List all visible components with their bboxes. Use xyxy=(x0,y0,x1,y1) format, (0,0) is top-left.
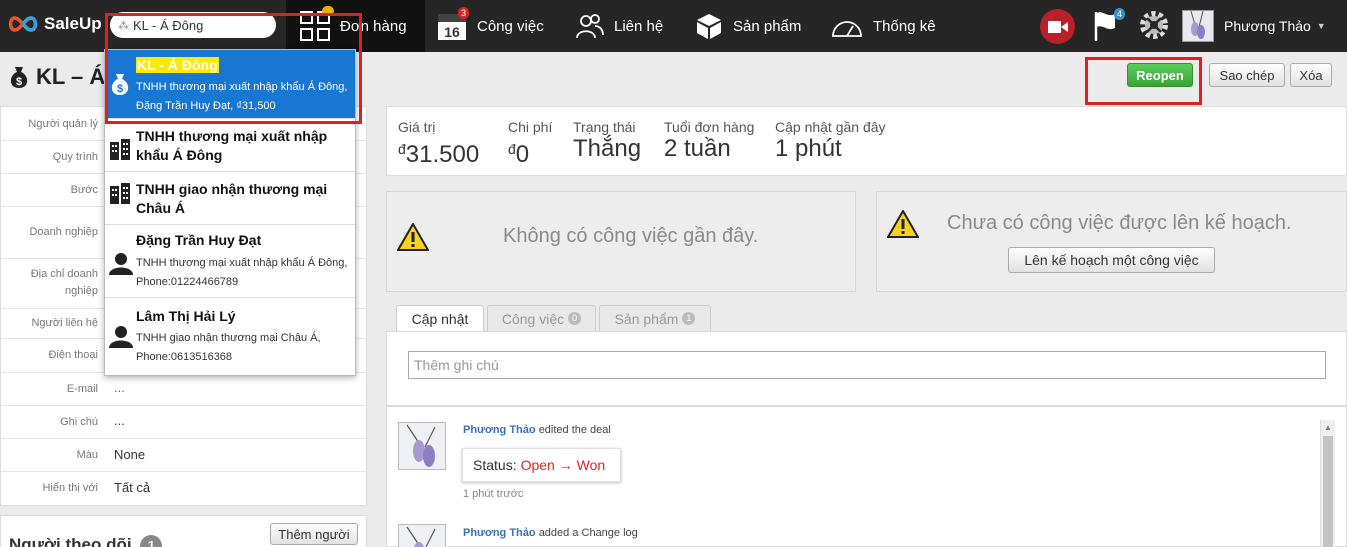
contacts-icon xyxy=(576,12,604,40)
search-value: KL - Á Đông xyxy=(133,17,204,33)
search-results-dropdown: $ KL - Á Đông TNHH thương mại xuất nhập … xyxy=(104,49,356,376)
scroll-up-icon[interactable]: ▲ xyxy=(1324,423,1332,432)
user-name: Phương Thảo xyxy=(1224,18,1311,34)
nav-label: Công việc xyxy=(477,17,544,35)
svg-text:$: $ xyxy=(16,76,22,88)
settings-button[interactable] xyxy=(1138,9,1170,46)
flower-avatar-icon xyxy=(406,526,436,547)
caret-down-icon: ▼ xyxy=(1316,21,1326,31)
tab-updates[interactable]: Cập nhật xyxy=(396,305,484,332)
recent-tasks-box: Không có công việc gần đây. xyxy=(386,191,856,292)
video-camera-icon xyxy=(1047,20,1068,33)
money-bag-icon: $ xyxy=(111,74,129,95)
loading-spinner-icon: ⁂ xyxy=(118,19,129,32)
nav-badge: 3 xyxy=(457,7,469,19)
svg-text:$: $ xyxy=(117,83,123,95)
activity-feed: Phương Thảo edited the deal Status: Open… xyxy=(386,406,1347,547)
building-icon xyxy=(110,139,130,160)
stat-age: Tuổi đơn hàng 2 tuần xyxy=(664,119,755,162)
nav-don-hang[interactable]: Đơn hàng xyxy=(286,0,425,52)
feed-timestamp: 1 phút trước xyxy=(463,488,524,500)
stat-value: Giá trị đ31.500 xyxy=(398,119,480,168)
flower-avatar-icon xyxy=(1190,11,1205,39)
gauge-icon xyxy=(831,14,863,38)
nav-label: Liên hệ xyxy=(614,17,664,35)
tab-count: 0 xyxy=(568,312,582,325)
search-result-contact[interactable]: Đặng Trần Huy Đạt TNHH thương mại xuất n… xyxy=(105,225,355,298)
calendar-icon: 16 3 xyxy=(437,7,469,41)
feed-scrollbar[interactable]: ▲ xyxy=(1320,420,1335,547)
copy-button[interactable]: Sao chép xyxy=(1209,63,1285,87)
nav-cong-viec[interactable]: 16 3 Công việc xyxy=(437,0,544,52)
user-menu[interactable]: Phương Thảo ▼ xyxy=(1182,10,1326,42)
box-icon xyxy=(695,12,723,40)
nav-label: Thống kê xyxy=(873,17,936,35)
followers-count: 1 xyxy=(140,535,163,547)
warning-icon xyxy=(887,210,919,238)
avatar xyxy=(398,422,446,470)
field-row: Ghi chú ... xyxy=(1,406,368,439)
search-input[interactable]: ⁂ KL - Á Đông xyxy=(110,12,276,38)
top-navbar: SaleUp ⁂ KL - Á Đông Đơn hàng 16 3 Công … xyxy=(0,0,1347,52)
status-change-card: Status: Open → Won xyxy=(462,448,621,482)
planned-tasks-box: Chưa có công việc được lên kế hoạch. Lên… xyxy=(876,191,1347,292)
grid-icon xyxy=(300,6,334,41)
tab-products[interactable]: Sản phẩm 1 xyxy=(599,305,711,331)
stat-status: Trạng thái Thắng xyxy=(573,119,642,162)
warning-icon xyxy=(397,223,429,251)
add-follower-button[interactable]: Thêm người xyxy=(270,523,358,545)
money-bag-icon: $ xyxy=(10,67,28,88)
app-logo[interactable]: SaleUp xyxy=(6,14,102,34)
avatar xyxy=(398,524,446,547)
nav-badge xyxy=(322,6,334,16)
field-row: Hiển thị với Tất cả xyxy=(42,480,151,495)
stat-cost: Chi phí đ0 xyxy=(508,119,553,168)
nav-lien-he[interactable]: Liên hệ xyxy=(576,0,663,52)
nav-label: Sản phẩm xyxy=(733,17,802,35)
field-row: E-mail ... xyxy=(1,373,368,406)
recent-tasks-empty: Không có công việc gần đây. xyxy=(503,225,759,247)
stat-updated: Cập nhật gần đây 1 phút xyxy=(775,119,886,162)
flower-avatar-icon xyxy=(406,424,436,467)
avatar xyxy=(1182,10,1214,42)
feed-entry-header: Phương Thảo edited the deal xyxy=(463,424,611,436)
plan-task-button[interactable]: Lên kế hoạch một công việc xyxy=(1008,247,1215,273)
person-icon xyxy=(109,253,133,275)
delete-button[interactable]: Xóa xyxy=(1290,63,1332,87)
infinity-logo-icon xyxy=(8,16,38,32)
planned-tasks-empty: Chưa có công việc được lên kế hoạch. xyxy=(947,212,1292,234)
gear-icon xyxy=(1140,11,1168,39)
reopen-button[interactable]: Reopen xyxy=(1127,63,1193,87)
feed-entry-header: Phương Thảo added a Change log xyxy=(463,527,638,539)
search-result-company[interactable]: TNHH thương mại xuất nhập khẩu Á Đông xyxy=(105,119,355,172)
record-video-button[interactable] xyxy=(1040,9,1075,44)
add-note-input[interactable]: Thêm ghi chú xyxy=(408,351,1326,379)
search-result-contact[interactable]: Lâm Thị Hải Lý TNHH giao nhận thương mại… xyxy=(105,298,355,375)
followers-panel: Người theo dõi 1 Thêm người xyxy=(0,515,367,547)
nav-san-pham[interactable]: Sản phẩm xyxy=(695,0,801,52)
field-row: Màu None xyxy=(1,439,368,472)
note-area: Thêm ghi chú xyxy=(386,331,1347,406)
person-icon xyxy=(109,326,133,348)
page-title: $ KL – Á xyxy=(8,64,105,90)
followers-title: Người theo dõi 1 xyxy=(9,535,163,547)
nav-label: Đơn hàng xyxy=(340,17,407,35)
building-icon xyxy=(110,183,130,204)
notifications-button[interactable]: 4 xyxy=(1093,8,1125,47)
deal-stats: Giá trị đ31.500 Chi phí đ0 Trạng thái Th… xyxy=(386,106,1347,176)
search-result-company[interactable]: TNHH giao nhận thương mại Châu Á xyxy=(105,172,355,225)
app-name: SaleUp xyxy=(44,14,102,33)
search-result-deal[interactable]: $ KL - Á Đông TNHH thương mại xuất nhập … xyxy=(105,50,355,119)
feed-user-link[interactable]: Phương Thảo xyxy=(463,527,536,539)
notification-badge: 4 xyxy=(1113,8,1125,20)
tab-count: 1 xyxy=(682,312,696,325)
svg-text:16: 16 xyxy=(444,24,460,40)
scroll-thumb[interactable] xyxy=(1323,436,1333,547)
nav-thong-ke[interactable]: Thống kê xyxy=(831,0,936,52)
tab-tasks[interactable]: Công việc 0 xyxy=(487,305,596,331)
feed-user-link[interactable]: Phương Thảo xyxy=(463,424,536,436)
